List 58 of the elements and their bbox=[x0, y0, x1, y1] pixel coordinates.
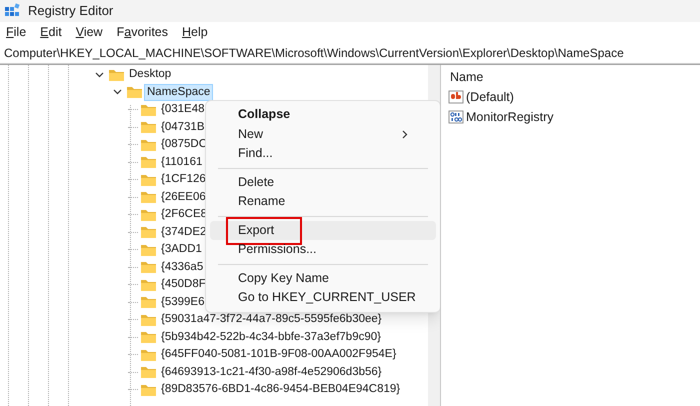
folder-icon bbox=[140, 102, 157, 117]
menu-item[interactable]: Delete bbox=[210, 172, 436, 192]
tree-item[interactable]: NameSpace bbox=[144, 84, 214, 101]
folder-icon bbox=[140, 208, 157, 222]
tree-item[interactable]: {1CF126 bbox=[158, 171, 209, 188]
menu-item[interactable]: Copy Key Name bbox=[210, 268, 436, 288]
menu-item[interactable]: Help bbox=[182, 23, 208, 42]
menu-item[interactable]: Collapse bbox=[210, 105, 436, 124]
tree-item[interactable]: {645FF040-5081-101B-9F08-00AA002F954E} bbox=[158, 346, 400, 364]
menu-item[interactable]: Edit bbox=[40, 23, 62, 42]
tree-item[interactable]: {031E48 bbox=[158, 101, 208, 118]
menu-item[interactable]: Find... bbox=[210, 144, 436, 164]
window-title: Registry Editor bbox=[28, 2, 114, 20]
folder-icon bbox=[126, 85, 143, 100]
string-value-icon bbox=[448, 90, 464, 104]
tree-item[interactable]: {26EE06 bbox=[158, 188, 209, 206]
folder-icon bbox=[140, 382, 157, 397]
folder-icon bbox=[140, 330, 157, 344]
folder-icon bbox=[140, 260, 157, 274]
address-bar[interactable]: Computer\HKEY_LOCAL_MACHINE\SOFTWARE\Microsoft\Windows\CurrentVersion\Explorer\Desktop\NameSpace bbox=[4, 44, 624, 62]
tree-item[interactable]: {89D83576-6BD1-4c86-9454-BEB04E94C819} bbox=[158, 381, 404, 398]
folder-icon bbox=[140, 242, 157, 257]
tree-item[interactable]: {5b934b42-522b-4c34-bbfe-37a3ef7b9c90} bbox=[158, 328, 384, 346]
tree-item[interactable]: {5399E6 bbox=[158, 294, 208, 311]
tree-item[interactable]: {110161 bbox=[158, 154, 206, 171]
folder-icon bbox=[140, 120, 157, 134]
tree-item[interactable]: {374DE2 bbox=[158, 224, 210, 241]
menu-item[interactable]: Rename bbox=[210, 192, 436, 212]
folder-icon bbox=[140, 348, 157, 362]
tree-item[interactable]: {450D8F bbox=[158, 276, 209, 294]
folder-icon bbox=[140, 225, 157, 240]
registry-icon bbox=[4, 3, 20, 19]
binary-value-icon bbox=[448, 110, 464, 124]
menu-item[interactable]: Permissions... bbox=[210, 240, 436, 260]
tree-item[interactable]: {64693913-1c21-4f30-a98f-4e52906d3b56} bbox=[158, 364, 385, 381]
tree-item[interactable]: {3ADD1 bbox=[158, 241, 205, 258]
folder-icon bbox=[108, 68, 125, 82]
menu-item[interactable]: View bbox=[76, 23, 103, 42]
value-name[interactable]: MonitorRegistry bbox=[466, 108, 554, 126]
menu-item[interactable]: Go to HKEY_CURRENT_USER bbox=[210, 288, 436, 308]
menu-item[interactable]: Favorites bbox=[116, 23, 168, 42]
folder-icon bbox=[140, 278, 157, 292]
folder-icon bbox=[140, 312, 157, 327]
tree-item[interactable]: {4336a5 bbox=[158, 258, 206, 276]
tree-item[interactable]: Desktop bbox=[126, 66, 174, 84]
folder-icon bbox=[140, 155, 157, 170]
chevron-icon bbox=[402, 130, 408, 139]
folder-icon bbox=[140, 138, 157, 152]
menu-item[interactable]: File bbox=[6, 23, 26, 42]
tree-item[interactable]: {04731B bbox=[158, 118, 208, 136]
menu-item[interactable]: New bbox=[210, 124, 436, 144]
value-name[interactable]: (Default) bbox=[466, 88, 514, 106]
folder-icon bbox=[140, 190, 157, 204]
column-header[interactable]: Name bbox=[448, 68, 486, 86]
tree-item[interactable]: {59031a47-3f72-44a7-89c5-5595fe6b30ee} bbox=[158, 311, 385, 328]
folder-icon bbox=[140, 365, 157, 380]
folder-icon bbox=[140, 172, 157, 187]
folder-icon bbox=[140, 295, 157, 310]
